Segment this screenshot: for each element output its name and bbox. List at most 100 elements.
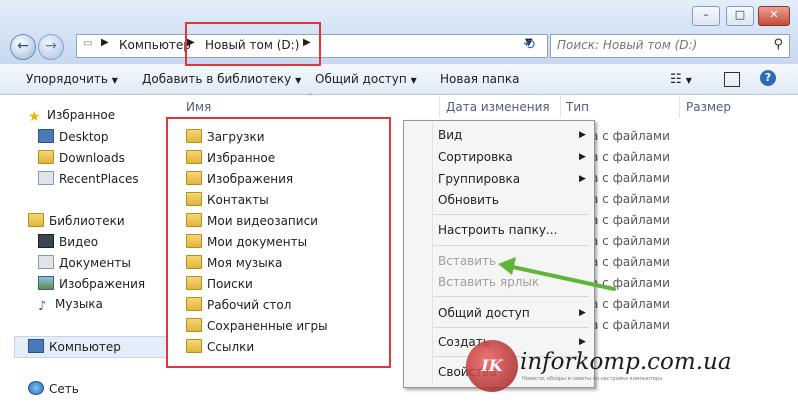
sidebar-item-favorites[interactable]: ★ Избранное bbox=[28, 108, 116, 125]
watermark-site: inforkomp.com.ua bbox=[520, 349, 732, 375]
menu-item-paste[interactable]: Вставить bbox=[438, 254, 496, 268]
sidebar-item-label: Downloads bbox=[59, 151, 125, 165]
submenu-arrow-icon: ▶ bbox=[579, 152, 586, 162]
arrow-right-icon: → bbox=[45, 38, 57, 54]
file-type: а с файлами bbox=[591, 150, 670, 164]
file-type: а с файлами bbox=[591, 213, 670, 227]
sidebar-item-music[interactable]: ♪ Музыка bbox=[38, 297, 103, 313]
dropdown-icon: ▼ bbox=[295, 76, 302, 85]
menu-item-view[interactable]: Вид bbox=[438, 128, 462, 142]
column-divider[interactable] bbox=[560, 96, 561, 118]
column-header-date[interactable]: Дата изменения bbox=[446, 100, 550, 114]
chevron-right-icon[interactable]: ▶ bbox=[101, 37, 109, 48]
sidebar-item-label: Документы bbox=[59, 256, 131, 270]
sidebar-item-recent[interactable]: RecentPlaces bbox=[38, 171, 139, 186]
menu-item-sort[interactable]: Сортировка bbox=[438, 150, 513, 164]
arrow-left-icon: ← bbox=[17, 38, 29, 54]
document-icon bbox=[38, 255, 54, 269]
sidebar-item-label: Видео bbox=[59, 235, 99, 249]
watermark-logo-text: IK bbox=[481, 356, 503, 375]
share-button[interactable]: Общий доступ ▼ bbox=[315, 72, 417, 86]
submenu-arrow-icon: ▶ bbox=[579, 308, 586, 318]
file-list-highlight-box bbox=[166, 117, 391, 368]
menu-gutter bbox=[432, 123, 433, 385]
sidebar-item-computer[interactable]: Компьютер bbox=[28, 339, 121, 354]
dropdown-icon: ▼ bbox=[410, 76, 417, 85]
sidebar-item-label: Музыка bbox=[55, 297, 103, 311]
sidebar-item-label: Изображения bbox=[59, 277, 146, 291]
menu-item-group[interactable]: Группировка bbox=[438, 172, 520, 186]
file-type: а с файлами bbox=[591, 192, 670, 206]
library-icon bbox=[28, 213, 44, 227]
menu-separator bbox=[434, 214, 588, 215]
network-icon bbox=[28, 381, 44, 395]
forward-button[interactable]: → bbox=[38, 34, 64, 60]
minimize-button[interactable]: – bbox=[692, 6, 720, 26]
submenu-arrow-icon: ▶ bbox=[579, 130, 586, 140]
sidebar-item-libraries[interactable]: Библиотеки bbox=[28, 213, 125, 228]
menu-item-customize-folder[interactable]: Настроить папку... bbox=[438, 223, 557, 237]
organize-button[interactable]: Упорядочить ▼ bbox=[26, 72, 118, 86]
search-icon[interactable]: ⚲ bbox=[773, 37, 783, 52]
menu-separator bbox=[434, 296, 588, 297]
breadcrumb-computer[interactable]: Компьютер bbox=[119, 38, 191, 52]
sidebar-item-video[interactable]: Видео bbox=[38, 234, 98, 249]
close-button[interactable]: ✕ bbox=[758, 6, 790, 26]
submenu-arrow-icon: ▶ bbox=[579, 337, 586, 347]
search-input[interactable] bbox=[551, 35, 768, 55]
star-icon: ★ bbox=[28, 109, 41, 125]
column-header-type[interactable]: Тип bbox=[566, 100, 589, 114]
sidebar-item-network[interactable]: Сеть bbox=[28, 381, 79, 396]
sidebar-item-label: Библиотеки bbox=[49, 214, 125, 228]
refresh-icon[interactable]: ⟲ bbox=[518, 34, 540, 56]
menu-item-refresh[interactable]: Обновить bbox=[438, 193, 499, 207]
image-icon bbox=[38, 276, 54, 290]
sidebar-item-label: RecentPlaces bbox=[59, 172, 139, 186]
file-type: а с файлами bbox=[591, 171, 670, 185]
sidebar-item-label: Избранное bbox=[47, 108, 116, 122]
column-header-name[interactable]: Имя bbox=[186, 100, 211, 114]
folder-icon bbox=[38, 150, 54, 164]
file-type: а с файлами bbox=[591, 129, 670, 143]
sidebar-item-documents[interactable]: Документы bbox=[38, 255, 131, 270]
share-label: Общий доступ bbox=[315, 72, 407, 86]
address-highlight-box bbox=[185, 22, 321, 66]
command-bar: Упорядочить ▼ Добавить в библиотеку ▼ Об… bbox=[0, 64, 798, 95]
maximize-button[interactable]: □ bbox=[726, 6, 754, 26]
drive-icon: ▭ bbox=[83, 38, 93, 49]
column-divider[interactable] bbox=[439, 96, 440, 118]
title-bar: – □ ✕ bbox=[0, 0, 798, 28]
back-button[interactable]: ← bbox=[10, 34, 36, 60]
computer-icon bbox=[28, 339, 44, 353]
view-options-icon[interactable]: ☷ ▼ bbox=[670, 72, 692, 87]
sidebar-item-desktop[interactable]: Desktop bbox=[38, 129, 109, 144]
column-divider[interactable] bbox=[679, 96, 680, 118]
menu-separator bbox=[434, 245, 588, 246]
annotation-arrow bbox=[498, 257, 616, 291]
dropdown-icon: ▼ bbox=[111, 76, 118, 85]
add-to-library-button[interactable]: Добавить в библиотеку ▼ bbox=[142, 72, 301, 86]
sidebar-item-images[interactable]: Изображения bbox=[38, 276, 145, 291]
recent-places-icon bbox=[38, 171, 54, 185]
watermark-logo: IK bbox=[466, 340, 518, 392]
sidebar-item-label: Сеть bbox=[49, 382, 79, 396]
file-type: а с файлами bbox=[591, 297, 670, 311]
help-icon[interactable]: ? bbox=[760, 70, 776, 86]
add-to-library-label: Добавить в библиотеку bbox=[142, 72, 292, 86]
submenu-arrow-icon: ▶ bbox=[579, 174, 586, 184]
sidebar-item-label: Компьютер bbox=[49, 340, 121, 354]
column-header-size[interactable]: Размер bbox=[686, 100, 731, 114]
sidebar-item-downloads[interactable]: Downloads bbox=[38, 150, 125, 165]
watermark-tagline: Новости, обзоры и советы по настройке ко… bbox=[522, 376, 663, 382]
new-folder-button[interactable]: Новая папка bbox=[440, 72, 519, 86]
desktop-icon bbox=[38, 129, 54, 143]
file-type: а с файлами bbox=[591, 234, 670, 248]
sidebar-item-label: Desktop bbox=[59, 130, 109, 144]
video-icon bbox=[38, 234, 54, 248]
preview-pane-icon[interactable] bbox=[724, 72, 740, 87]
music-icon: ♪ bbox=[38, 300, 50, 313]
menu-separator bbox=[434, 327, 588, 328]
sort-caret-icon: ^ bbox=[307, 92, 314, 101]
menu-item-share[interactable]: Общий доступ bbox=[438, 306, 530, 320]
file-type: а с файлами bbox=[591, 318, 670, 332]
